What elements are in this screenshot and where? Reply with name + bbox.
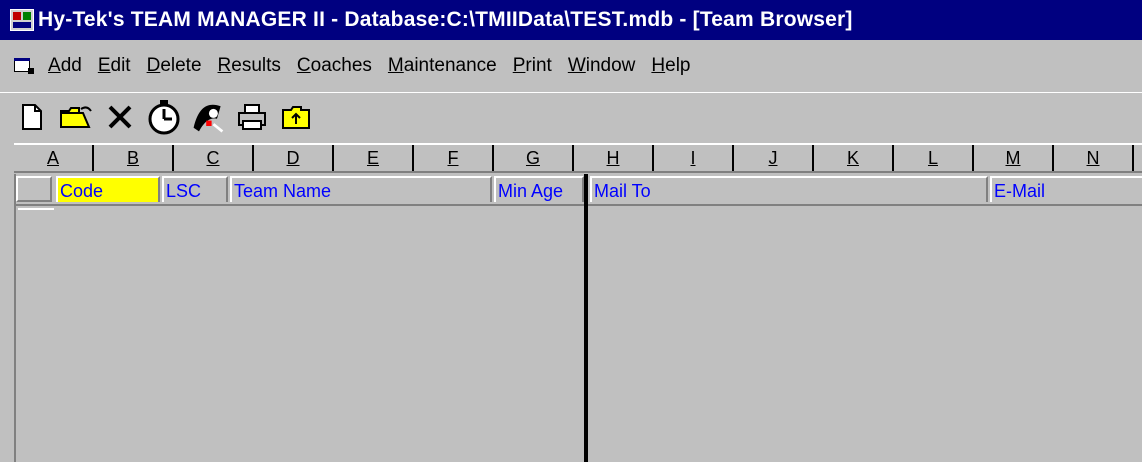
column-c-header[interactable]: C	[174, 145, 254, 171]
team-browser-grid: Code LSC Team Name Min Age Mail To E-Mai…	[14, 174, 1142, 462]
column-letter-header: A B C D E F G H I J K L M N	[14, 143, 1142, 173]
column-a-header[interactable]: A	[14, 145, 94, 171]
menu-edit[interactable]: Edit	[98, 55, 131, 77]
delete-x-icon[interactable]	[102, 99, 138, 135]
field-code[interactable]: Code	[56, 176, 160, 202]
column-m-header[interactable]: M	[974, 145, 1054, 171]
menu-maintenance[interactable]: Maintenance	[388, 55, 497, 77]
column-j-header[interactable]: J	[734, 145, 814, 171]
column-f-header[interactable]: F	[414, 145, 494, 171]
title-bar: Hy-Tek's TEAM MANAGER II - Database:C:\T…	[0, 0, 1142, 40]
menu-delete[interactable]: Delete	[147, 55, 202, 77]
field-lsc[interactable]: LSC	[162, 176, 228, 202]
printer-icon[interactable]	[234, 99, 270, 135]
pane-splitter[interactable]	[584, 174, 588, 462]
swimmer-icon[interactable]	[190, 99, 226, 135]
column-h-header[interactable]: H	[574, 145, 654, 171]
column-e-header[interactable]: E	[334, 145, 414, 171]
app-icon[interactable]	[10, 9, 34, 31]
column-l-header[interactable]: L	[894, 145, 974, 171]
menu-print[interactable]: Print	[513, 55, 552, 77]
folder-up-icon[interactable]	[278, 99, 314, 135]
column-b-header[interactable]: B	[94, 145, 174, 171]
menu-bar: Add Edit Delete Results Coaches Maintena…	[0, 50, 1142, 82]
field-email[interactable]: E-Mail	[990, 176, 1142, 202]
column-k-header[interactable]: K	[814, 145, 894, 171]
column-g-header[interactable]: G	[494, 145, 574, 171]
new-icon[interactable]	[14, 99, 50, 135]
field-mail-to[interactable]: Mail To	[590, 176, 988, 202]
menu-add[interactable]: Add	[48, 55, 82, 77]
field-label-row: Code LSC Team Name Min Age Mail To E-Mai…	[16, 174, 1142, 206]
menu-help[interactable]: Help	[651, 55, 690, 77]
stopwatch-icon[interactable]	[146, 99, 182, 135]
window-title: Hy-Tek's TEAM MANAGER II - Database:C:\T…	[38, 8, 853, 31]
field-team-name[interactable]: Team Name	[230, 176, 492, 202]
menu-add-rest: dd	[60, 55, 82, 76]
menu-coaches[interactable]: Coaches	[297, 55, 372, 77]
row-selector[interactable]	[16, 176, 52, 202]
mdi-child-system-menu-icon[interactable]	[14, 58, 34, 74]
field-min-age[interactable]: Min Age	[494, 176, 584, 202]
column-d-header[interactable]: D	[254, 145, 334, 171]
row-divider	[18, 208, 54, 210]
column-more-header	[1134, 145, 1142, 171]
toolbar	[0, 92, 1142, 140]
menu-window[interactable]: Window	[568, 55, 636, 77]
column-n-header[interactable]: N	[1054, 145, 1134, 171]
open-folder-icon[interactable]	[58, 99, 94, 135]
menu-results[interactable]: Results	[218, 55, 281, 77]
column-i-header[interactable]: I	[654, 145, 734, 171]
